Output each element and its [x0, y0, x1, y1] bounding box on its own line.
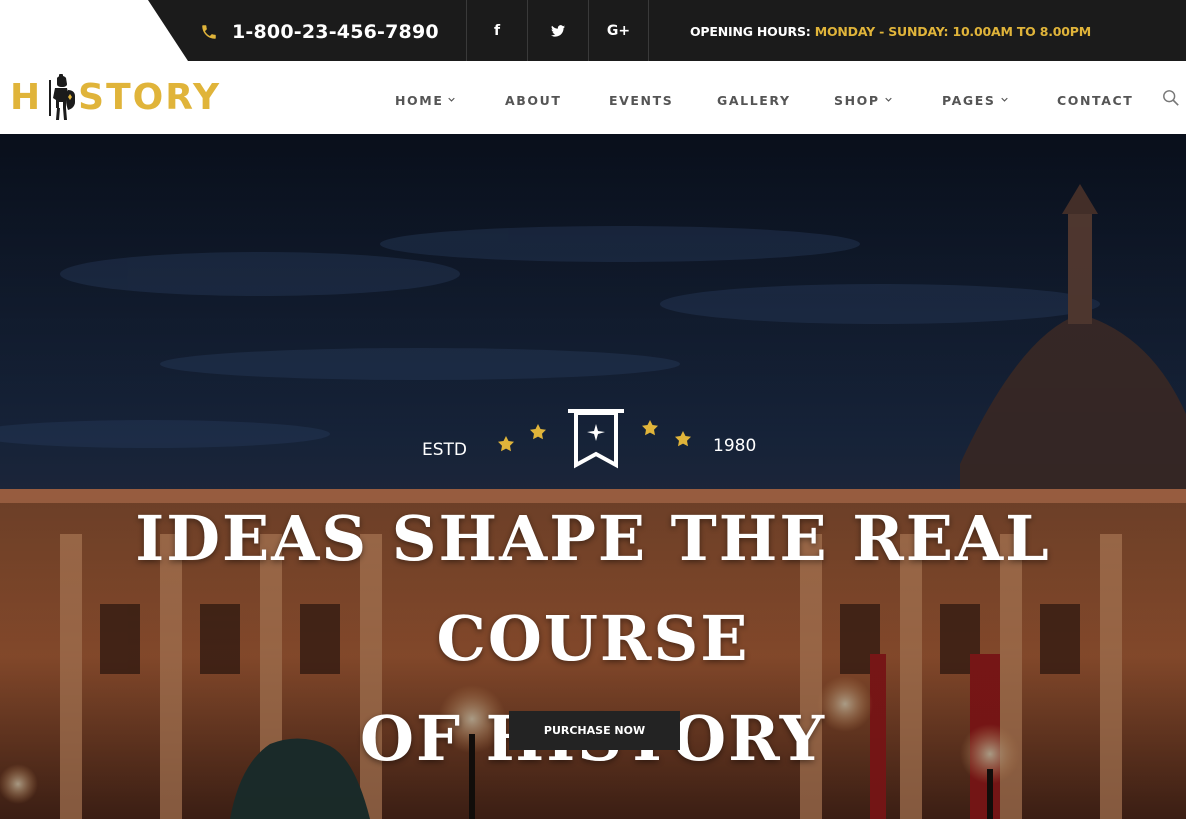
estd-label: ESTD	[422, 440, 468, 460]
nav-item-contact[interactable]: CONTACT	[1057, 93, 1133, 108]
nav-item-about[interactable]: ABOUT	[505, 93, 562, 108]
phone-icon	[202, 25, 216, 39]
nav-item-label: HOME	[395, 93, 444, 108]
banner-emblem-icon	[498, 409, 691, 469]
phone-contact[interactable]: 1-800-23-456-7890	[200, 17, 439, 47]
nav-item-gallery[interactable]: GALLERY	[717, 93, 791, 108]
hero-headline-line-1: IDEAS SHAPE THE REAL COURSE	[135, 502, 1051, 675]
nav-item-label: PAGES	[942, 93, 996, 108]
established-year: 1980	[713, 436, 757, 456]
nav-item-shop[interactable]: SHOP	[834, 93, 892, 108]
chevron-down-icon	[448, 97, 456, 102]
logo-text-story: STORY	[78, 77, 222, 118]
top-bar: 1-800-23-456-7890 f G+ OPENING HOURS: MO…	[0, 0, 1186, 61]
nav-item-label: GALLERY	[717, 93, 791, 108]
nav-item-label: ABOUT	[505, 93, 562, 108]
nav-item-label: CONTACT	[1057, 93, 1134, 108]
phone-number[interactable]: 1-800-23-456-7890	[232, 21, 439, 43]
purchase-now-button[interactable]: PURCHASE NOW	[509, 711, 680, 750]
opening-hours-label: OPENING HOURS:	[690, 24, 811, 39]
nav-item-pages[interactable]: PAGES	[942, 93, 1008, 108]
twitter-link[interactable]	[527, 0, 588, 61]
search-icon[interactable]	[1162, 89, 1180, 107]
chevron-down-icon	[884, 97, 892, 102]
established-row: ESTD 1980	[0, 404, 1186, 474]
facebook-icon: f	[493, 22, 501, 39]
nav-item-events[interactable]: EVENTS	[609, 93, 673, 108]
facebook-link[interactable]: f	[466, 0, 527, 61]
google-plus-icon: G+	[606, 22, 631, 39]
nav-item-label: SHOP	[834, 93, 880, 108]
twitter-icon	[551, 24, 565, 37]
opening-hours-value: MONDAY - SUNDAY: 10.00AM TO 8.00PM	[814, 24, 1091, 39]
google-plus-link[interactable]: G+	[588, 0, 649, 61]
site-header: H STORY HOME ABOUT EVENTS GALLERY SHOP P…	[0, 61, 1186, 134]
nav-item-home[interactable]: HOME	[395, 93, 456, 108]
hero-section: ESTD 1980 IDEAS SHAPE THE REAL COURSE OF…	[0, 134, 1186, 819]
logo-text-h: H	[10, 77, 43, 118]
nav-item-label: EVENTS	[609, 93, 674, 108]
site-logo[interactable]: H STORY	[10, 61, 221, 134]
opening-hours: OPENING HOURS: MONDAY - SUNDAY: 10.00AM …	[690, 24, 1091, 39]
chevron-down-icon	[1000, 97, 1008, 102]
knight-logo-icon	[49, 73, 76, 120]
